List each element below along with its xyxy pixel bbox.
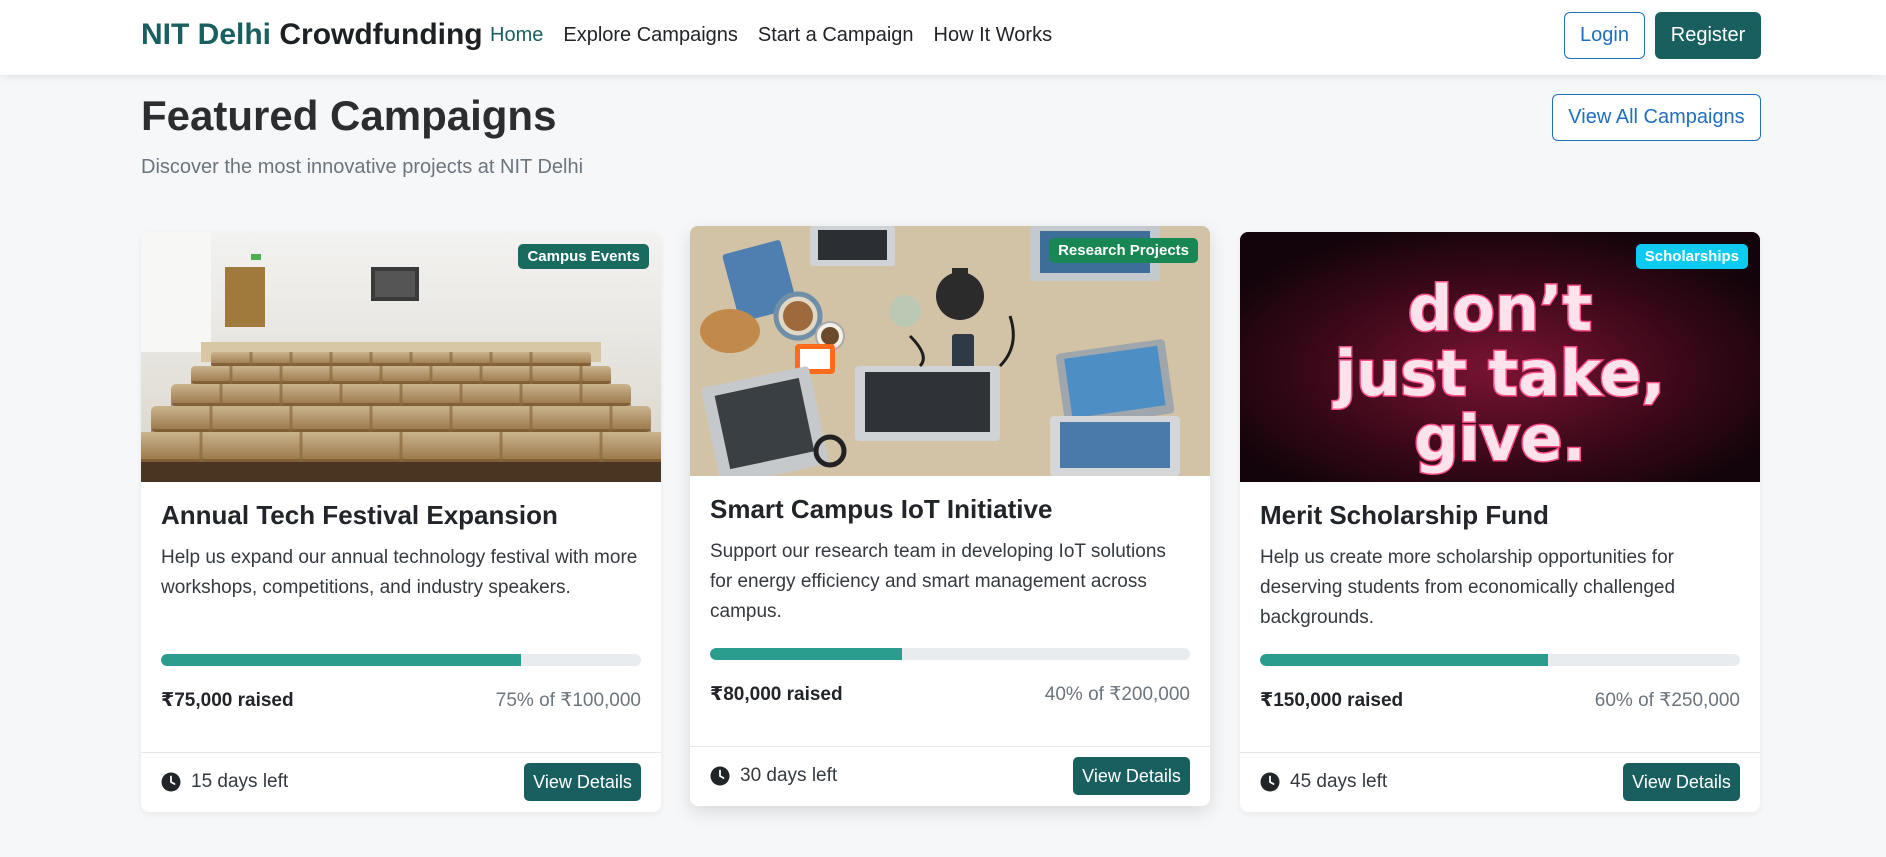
funding-progress-bar (1260, 654, 1740, 666)
funding-progress-bar (161, 654, 641, 666)
campaign-description: Support our research team in developing … (710, 541, 1166, 622)
card-footer: 30 days left View Details (690, 746, 1210, 806)
card-footer: 45 days left View Details (1240, 752, 1760, 812)
days-left: 15 days left (191, 771, 289, 792)
register-button[interactable]: Register (1655, 12, 1761, 59)
neon-text-line-1: don’t (1408, 272, 1592, 345)
brand-accent: NIT Delhi (141, 18, 272, 51)
percent-of-goal: 60% of ₹250,000 (1594, 690, 1740, 711)
nav-link-explore-campaigns[interactable]: Explore Campaigns (563, 24, 738, 47)
campaign-image-lecture-hall[interactable]: Campus Events (141, 232, 661, 482)
progress-fill (1260, 654, 1548, 666)
nav-link-how-it-works[interactable]: How It Works (934, 24, 1053, 47)
section-subtitle: Discover the most innovative projects at… (141, 156, 584, 178)
brand-rest: Crowdfunding (279, 18, 483, 51)
amount-raised: ₹75,000 raised (161, 690, 294, 711)
campaign-image-neon-sign[interactable]: don’t just take, give. Scholarships (1240, 232, 1760, 482)
lecture-hall-illustration (141, 232, 661, 482)
nav-link-start-campaign[interactable]: Start a Campaign (758, 24, 914, 47)
campaign-card-tech-festival[interactable]: Campus Events Annual Tech Festival Expan… (141, 232, 661, 812)
campaign-card-iot-initiative[interactable]: Research Projects Smart Campus IoT Initi… (690, 226, 1210, 806)
login-button[interactable]: Login (1564, 12, 1645, 59)
category-badge: Scholarships (1635, 244, 1748, 269)
view-details-button[interactable]: View Details (1073, 757, 1190, 795)
campaign-title[interactable]: Smart Campus IoT Initiative (710, 494, 1190, 525)
section-title: Featured Campaigns (141, 92, 557, 139)
campaign-card-scholarship-fund[interactable]: don’t just take, give. Scholarships Meri… (1240, 232, 1760, 812)
amount-raised: ₹150,000 raised (1260, 690, 1404, 711)
brand-logo[interactable]: NIT Delhi Crowdfunding (141, 18, 483, 52)
amount-raised: ₹80,000 raised (710, 684, 843, 705)
percent-of-goal: 40% of ₹200,000 (1044, 684, 1190, 705)
clock-icon (161, 772, 181, 792)
category-badge: Campus Events (518, 244, 649, 269)
progress-fill (710, 648, 902, 660)
campaign-image-workspace[interactable]: Research Projects (690, 226, 1210, 476)
nav-link-home[interactable]: Home (490, 24, 543, 47)
days-left: 30 days left (740, 765, 838, 786)
days-left: 45 days left (1290, 771, 1388, 792)
category-badge: Research Projects (1049, 238, 1198, 263)
clock-icon (710, 766, 730, 786)
card-body: Smart Campus IoT Initiative Support our … (690, 476, 1210, 746)
card-body: Annual Tech Festival Expansion Help us e… (141, 482, 661, 752)
progress-fill (161, 654, 521, 666)
neon-text-line-2: just take, (1332, 337, 1665, 410)
neon-sign-illustration: don’t just take, give. (1240, 232, 1760, 482)
campaign-description: Help us create more scholarship opportun… (1260, 547, 1676, 628)
campaign-title[interactable]: Annual Tech Festival Expansion (161, 500, 641, 531)
card-footer: 15 days left View Details (141, 752, 661, 812)
card-body: Merit Scholarship Fund Help us create mo… (1240, 482, 1760, 752)
neon-text-line-3: give. (1414, 402, 1586, 475)
funding-progress-bar (710, 648, 1190, 660)
view-details-button[interactable]: View Details (524, 763, 641, 801)
campaign-title[interactable]: Merit Scholarship Fund (1260, 500, 1740, 531)
view-all-campaigns-button[interactable]: View All Campaigns (1552, 94, 1761, 141)
percent-of-goal: 75% of ₹100,000 (495, 690, 641, 711)
navbar: NIT Delhi Crowdfunding Home Explore Camp… (0, 0, 1886, 75)
clock-icon (1260, 772, 1280, 792)
campaign-description: Help us expand our annual technology fes… (161, 547, 638, 598)
view-details-button[interactable]: View Details (1623, 763, 1740, 801)
nav-links: Home Explore Campaigns Start a Campaign … (490, 24, 1052, 47)
workspace-illustration (690, 226, 1210, 476)
